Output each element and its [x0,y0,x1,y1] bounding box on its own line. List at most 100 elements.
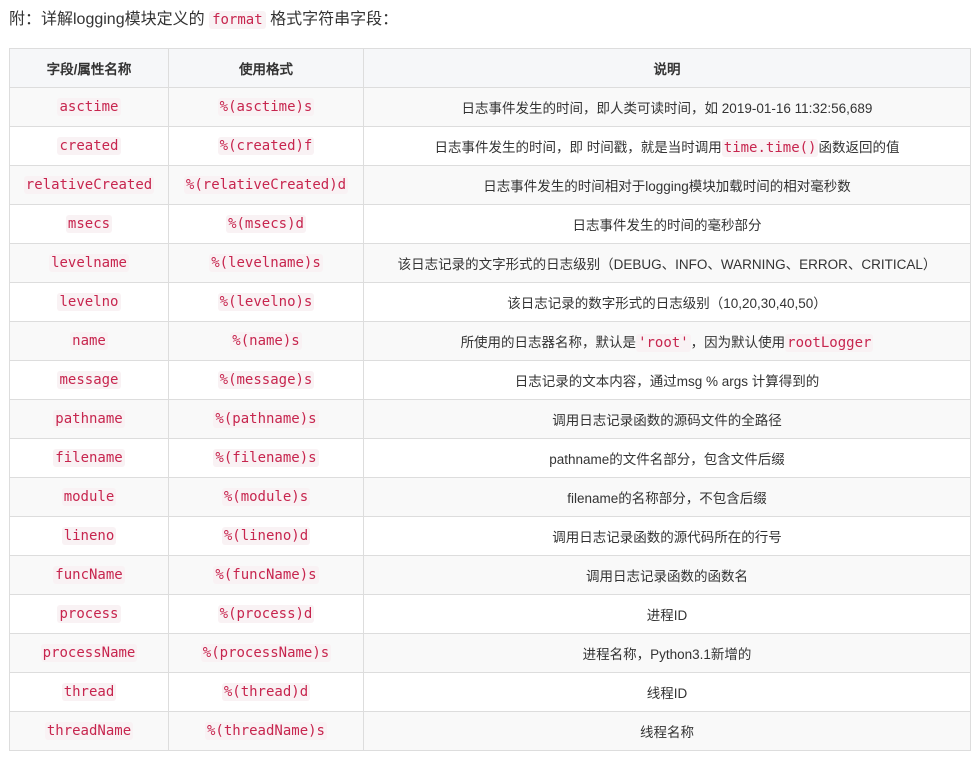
cell-field-name: asctime [9,87,169,127]
cell-format: %(relativeCreated)d [168,165,364,205]
intro-line: 附：详解logging模块定义的 format 格式字符串字段： [9,8,398,32]
format-code: %(lineno)d [221,527,311,545]
description-inline-code: 'root' [636,334,691,352]
cell-description: 日志记录的文本内容，通过msg % args 计算得到的 [363,360,971,400]
field-name-code: funcName [53,566,125,584]
description-text: 日志事件发生的时间，即人类可读时间，如 2019-01-16 11:32:56,… [461,101,873,116]
table-row: module %(module)s filename的名称部分，不包含后缀 [9,477,971,517]
cell-description: 调用日志记录函数的函数名 [363,555,971,595]
cell-description: pathname的文件名部分，包含文件后缀 [363,438,971,478]
cell-description: 线程ID [363,672,971,712]
field-name-code: name [70,332,108,350]
table-row: created %(created)f 日志事件发生的时间，即 时间戳，就是当时调用… [9,126,971,166]
cell-field-name: funcName [9,555,169,595]
format-code: %(filename)s [213,449,319,467]
cell-field-name: process [9,594,169,634]
cell-field-name: name [9,321,169,361]
header-description: 说明 [363,48,971,88]
cell-format: %(process)d [168,594,364,634]
table-row: name %(name)s 所使用的日志器名称，默认是'root' ，因为默认使用 ro… [9,321,971,361]
cell-field-name: lineno [9,516,169,556]
table-row: relativeCreated %(relativeCreated)d 日志事件发生… [9,165,971,205]
cell-field-name: relativeCreated [9,165,169,205]
cell-field-name: filename [9,438,169,478]
table-row: processName %(processName)s 进程名称，Python3.1… [9,633,971,673]
field-name-code: levelno [57,293,121,311]
cell-description: 日志事件发生的时间的毫秒部分 [363,204,971,244]
cell-description: 该日志记录的数字形式的日志级别（10,20,30,40,50） [363,282,971,322]
cell-format: %(levelno)s [168,282,364,322]
description-text: 函数返回的值 [818,140,900,155]
intro-code-format: format [209,11,266,29]
cell-field-name: thread [9,672,169,712]
field-name-code: module [61,488,117,506]
cell-format: %(threadName)s [168,711,364,751]
description-text: 该日志记录的数字形式的日志级别（10,20,30,40,50） [507,296,827,311]
cell-format: %(msecs)d [168,204,364,244]
format-code: %(threadName)s [204,722,327,740]
description-text: filename的名称部分，不包含后缀 [567,491,767,506]
cell-format: %(module)s [168,477,364,517]
description-text: 线程ID [646,686,688,701]
format-code: %(levelno)s [217,293,315,311]
intro-prefix: 附：详解logging模块定义的 [9,11,205,28]
cell-description: 日志事件发生的时间，即人类可读时间，如 2019-01-16 11:32:56,… [363,87,971,127]
description-text: 日志事件发生的时间相对于logging模块加载时间的相对毫秒数 [483,179,851,194]
description-text: 日志事件发生的时间，即 时间戳，就是当时调用 [434,140,722,155]
description-text: 日志事件发生的时间的毫秒部分 [572,218,762,233]
description-text: 进程名称，Python3.1新增的 [582,647,752,662]
cell-description: 调用日志记录函数的源码文件的全路径 [363,399,971,439]
table-row: levelname %(levelname)s 该日志记录的文字形式的日志级别（DE… [9,243,971,283]
description-text: 调用日志记录函数的函数名 [586,569,748,584]
field-name-code: pathname [53,410,125,428]
table-body: asctime %(asctime)s 日志事件发生的时间，即人类可读时间，如 20… [9,87,971,751]
field-name-code: msecs [65,215,113,233]
table-row: thread %(thread)d 线程ID [9,672,971,712]
cell-field-name: created [9,126,169,166]
table-row: threadName %(threadName)s 线程名称 [9,711,971,751]
description-text: 调用日志记录函数的源代码所在的行号 [552,530,782,545]
description-text: pathname的文件名部分，包含文件后缀 [549,452,785,467]
field-name-code: threadName [44,722,134,740]
field-name-code: message [57,371,121,389]
cell-format: %(processName)s [168,633,364,673]
field-name-code: process [57,605,121,623]
format-code: %(processName)s [200,644,332,662]
cell-description: filename的名称部分，不包含后缀 [363,477,971,517]
cell-format: %(filename)s [168,438,364,478]
cell-description: 日志事件发生的时间相对于logging模块加载时间的相对毫秒数 [363,165,971,205]
header-field-name: 字段/属性名称 [9,48,169,88]
cell-field-name: levelno [9,282,169,322]
format-code: %(levelname)s [209,254,323,272]
table-row: levelno %(levelno)s 该日志记录的数字形式的日志级别（10,20,… [9,282,971,322]
table-row: pathname %(pathname)s 调用日志记录函数的源码文件的全路径 [9,399,971,439]
table-row: funcName %(funcName)s 调用日志记录函数的函数名 [9,555,971,595]
field-name-code: asctime [57,98,121,116]
description-inline-code: rootLogger [785,334,874,352]
table-row: lineno %(lineno)d 调用日志记录函数的源代码所在的行号 [9,516,971,556]
cell-description: 线程名称 [363,711,971,751]
cell-format: %(funcName)s [168,555,364,595]
cell-description: 进程ID [363,594,971,634]
description-text: 线程名称 [640,725,694,740]
field-name-code: processName [40,644,138,662]
field-name-code: filename [53,449,125,467]
format-code: %(thread)d [221,683,311,701]
table-row: filename %(filename)s pathname的文件名部分，包含文件后… [9,438,971,478]
format-code: %(created)f [217,137,315,155]
cell-field-name: message [9,360,169,400]
cell-format: %(message)s [168,360,364,400]
field-name-code: thread [61,683,117,701]
table-row: asctime %(asctime)s 日志事件发生的时间，即人类可读时间，如 20… [9,87,971,127]
description-text: ，因为默认使用 [690,335,786,350]
description-text: 日志记录的文本内容，通过msg % args 计算得到的 [514,374,820,389]
format-code: %(funcName)s [213,566,319,584]
field-name-code: relativeCreated [23,176,155,194]
description-text: 进程ID [646,608,688,623]
table-row: msecs %(msecs)d 日志事件发生的时间的毫秒部分 [9,204,971,244]
format-code: %(pathname)s [213,410,319,428]
description-text: 所使用的日志器名称，默认是 [460,335,637,350]
cell-description: 日志事件发生的时间，即 时间戳，就是当时调用 time.time() 函数返回的值 [363,126,971,166]
description-text: 调用日志记录函数的源码文件的全路径 [552,413,782,428]
cell-field-name: processName [9,633,169,673]
